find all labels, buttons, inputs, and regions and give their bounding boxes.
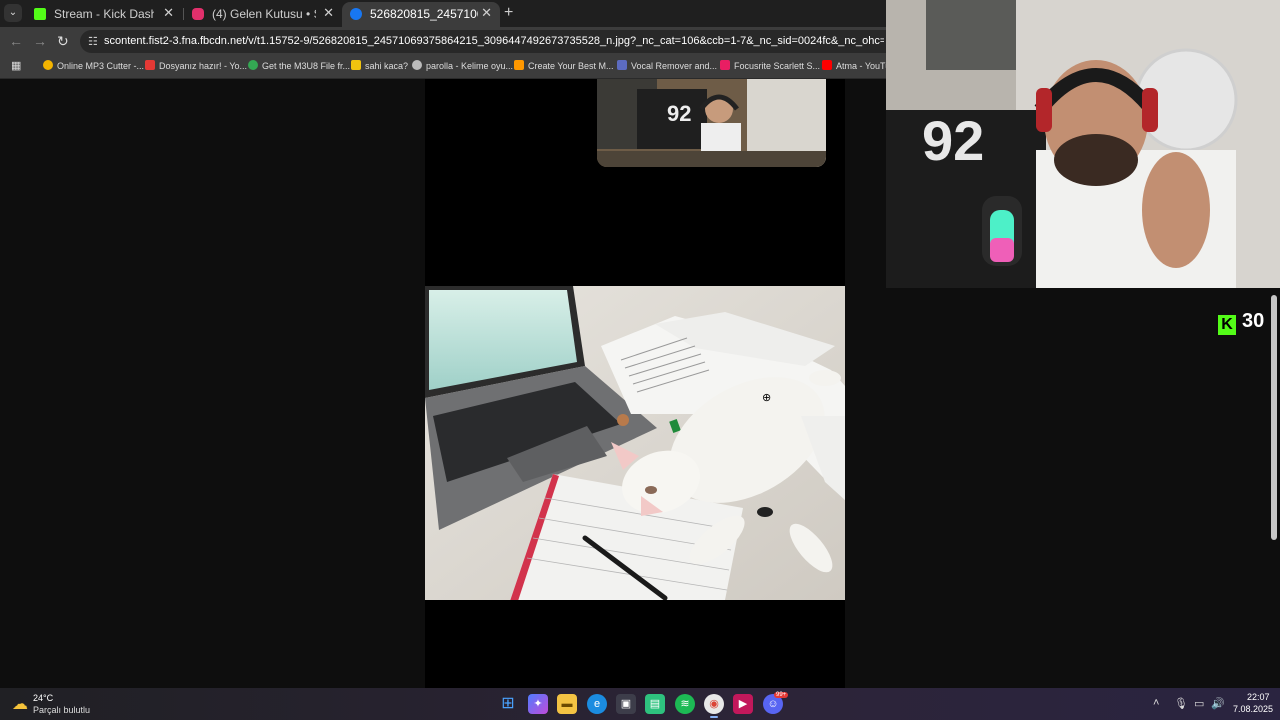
browser-toolbar: ← → ↻ ☷ scontent.fist2-3.fna.fbcdn.net/v…: [0, 27, 886, 56]
bookmark-item[interactable]: parolla - Kelime oyu...: [412, 60, 513, 71]
webcam-overlay: 92: [886, 0, 1280, 288]
tab-strip: ⌄ Stream - Kick Dashboard ✕ (4) Gelen Ku…: [0, 0, 886, 27]
clock-time[interactable]: 22:07: [1247, 692, 1270, 702]
network-icon[interactable]: ▭: [1194, 697, 1204, 710]
svg-text:92: 92: [667, 101, 691, 126]
bookmark-label: Get the M3U8 File fr...: [262, 61, 351, 71]
kick-logo-icon: K: [1218, 315, 1236, 335]
reload-icon[interactable]: ↻: [57, 33, 69, 50]
weather-partly-cloudy-icon[interactable]: ☁: [12, 694, 28, 714]
tab-kick-dashboard[interactable]: Stream - Kick Dashboard ✕: [26, 2, 182, 27]
clock-date[interactable]: 7.08.2025: [1233, 704, 1273, 714]
kick-viewer-count: K 30: [1218, 310, 1264, 335]
bookmark-item[interactable]: Get the M3U8 File fr...: [248, 60, 350, 71]
url-text[interactable]: scontent.fist2-3.fna.fbcdn.net/v/t1.1575…: [104, 35, 884, 47]
tab-title: Stream - Kick Dashboard: [54, 7, 154, 21]
bookmarks-bar: ▦ Online MP3 Cutter -... Dosyanız hazır!…: [0, 56, 900, 79]
bookmark-favicon-icon: [145, 60, 155, 70]
spotify-icon[interactable]: ≋: [675, 694, 695, 714]
tab-facebook-image[interactable]: 526820815_2457106937586421 ✕: [342, 2, 500, 27]
bookmark-item[interactable]: sahi kaca?: [351, 60, 408, 71]
bookmark-item[interactable]: Online MP3 Cutter -...: [43, 60, 144, 71]
bookmark-label: Focusrite Scarlett S...: [734, 61, 821, 71]
file-explorer-icon[interactable]: ▬: [557, 694, 577, 714]
tab-title: (4) Gelen Kutusu • Sohbetler: [212, 7, 316, 21]
copilot-icon[interactable]: ✦: [528, 694, 548, 714]
bookmark-label: Create Your Best M...: [528, 61, 614, 71]
bookmark-favicon-icon: [617, 60, 627, 70]
kick-icon: [34, 8, 46, 20]
svg-text:92: 92: [922, 109, 984, 172]
bookmark-label: Online MP3 Cutter -...: [57, 61, 145, 71]
apps-grid-icon[interactable]: ▦: [11, 61, 22, 72]
forward-icon[interactable]: →: [33, 33, 47, 49]
close-icon[interactable]: ✕: [323, 5, 334, 21]
bookmark-item[interactable]: Dosyanız hazır! - Yo...: [145, 60, 247, 71]
tab-title: 526820815_2457106937586421: [370, 7, 478, 21]
back-icon[interactable]: ←: [9, 33, 23, 49]
webcam-drawing: 92: [886, 0, 1280, 288]
windows-taskbar: ☁ 24°C Parçalı bulutlu ⊞ ✦ ▬ e ▣ ▤ ≋ ◉ ▶…: [0, 688, 1280, 720]
discord-badge: 99+: [774, 692, 789, 698]
instagram-icon: [192, 8, 204, 20]
chrome-icon[interactable]: ◉: [704, 694, 724, 718]
overlay-background: [886, 288, 1280, 688]
weather-temperature[interactable]: 24°C: [33, 693, 53, 703]
close-icon[interactable]: ✕: [163, 5, 174, 21]
microphone-icon[interactable]: 🎙: [1174, 697, 1188, 710]
bookmark-item[interactable]: Focusrite Scarlett S...: [720, 60, 820, 71]
bookmark-favicon-icon: [351, 60, 361, 70]
facebook-icon: [350, 8, 362, 20]
site-info-icon[interactable]: ☷: [88, 35, 98, 48]
tab-search-chevron-icon[interactable]: ⌄: [4, 4, 22, 22]
stream-screenshot-image: 92: [597, 79, 826, 167]
scrollbar-thumb[interactable]: [1271, 295, 1277, 540]
bookmark-favicon-icon: [412, 60, 422, 70]
store-icon[interactable]: ▣: [616, 694, 636, 714]
bookmark-favicon-icon: [720, 60, 730, 70]
bookmark-label: parolla - Kelime oyu...: [426, 61, 514, 71]
bookmark-item[interactable]: Create Your Best M...: [514, 60, 614, 71]
edge-icon[interactable]: e: [587, 694, 607, 714]
bookmark-label: Dosyanız hazır! - Yo...: [159, 61, 248, 71]
bookmark-label: Vocal Remover and...: [631, 61, 718, 71]
weather-description[interactable]: Parçalı bulutlu: [33, 705, 90, 715]
stream-screenshot-drawing: 92: [597, 79, 826, 167]
viewer-count: 30: [1242, 310, 1265, 332]
bookmark-favicon-icon: [822, 60, 832, 70]
bookmark-favicon-icon: [248, 60, 258, 70]
bookmark-favicon-icon: [514, 60, 524, 70]
bookmark-item[interactable]: Vocal Remover and...: [617, 60, 717, 71]
volume-icon[interactable]: 🔊: [1211, 697, 1225, 710]
cat-photo-drawing: [425, 286, 845, 600]
media-player-icon[interactable]: ▶: [733, 694, 753, 714]
windows-start-icon[interactable]: ⊞: [498, 694, 518, 714]
chevron-up-icon[interactable]: ˄: [1153, 697, 1159, 709]
new-tab-button[interactable]: +: [504, 4, 513, 22]
address-bar[interactable]: ☷ scontent.fist2-3.fna.fbcdn.net/v/t1.15…: [80, 30, 886, 53]
app-icon[interactable]: ▤: [645, 694, 665, 714]
close-icon[interactable]: ✕: [481, 5, 492, 21]
bookmark-label: sahi kaca?: [365, 61, 409, 71]
bookmark-favicon-icon: [43, 60, 53, 70]
tab-instagram-inbox[interactable]: (4) Gelen Kutusu • Sohbetler ✕: [184, 2, 342, 27]
zoom-in-cursor-icon: ⊕: [762, 392, 772, 404]
cat-on-desk-photo[interactable]: [425, 286, 845, 600]
